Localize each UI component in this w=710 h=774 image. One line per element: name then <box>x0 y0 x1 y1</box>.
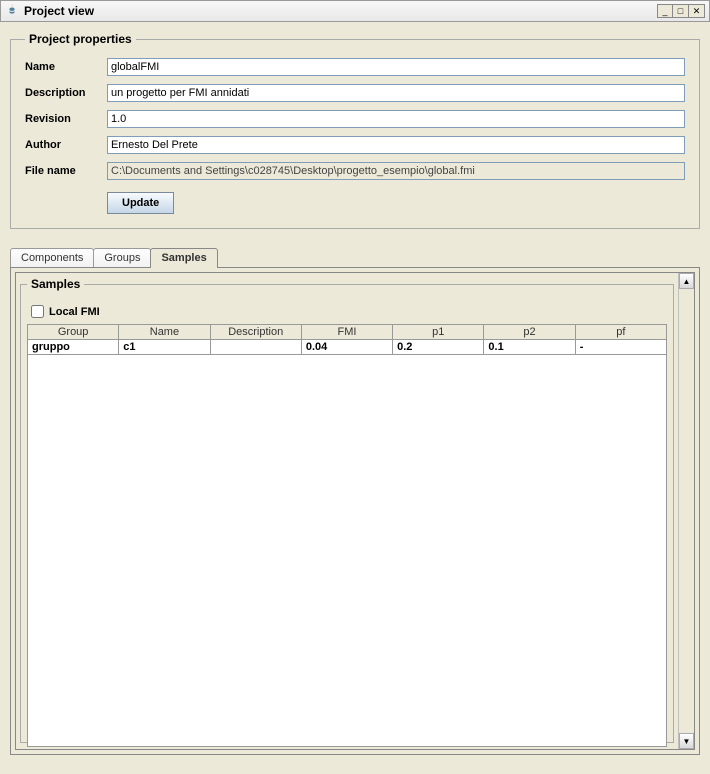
tab-samples[interactable]: Samples <box>150 248 217 268</box>
tab-strip: Components Groups Samples <box>10 247 700 267</box>
filename-field <box>107 162 685 180</box>
samples-table: Group Name Description FMI p1 p2 pf <box>27 324 667 355</box>
name-label: Name <box>25 61 107 73</box>
filename-label: File name <box>25 165 107 177</box>
scrollpane: Samples Local FMI Group Name Description… <box>15 272 695 750</box>
project-properties-fieldset: Project properties Name Description Revi… <box>10 32 700 229</box>
tab-panel: Samples Local FMI Group Name Description… <box>10 267 700 755</box>
col-group[interactable]: Group <box>28 325 119 340</box>
revision-label: Revision <box>25 113 107 125</box>
col-pf[interactable]: pf <box>575 325 666 340</box>
author-field[interactable] <box>107 136 685 154</box>
update-button[interactable]: Update <box>107 192 174 214</box>
window-controls: _ □ ✕ <box>657 4 705 18</box>
minimize-button[interactable]: _ <box>657 4 673 18</box>
cell-p2[interactable]: 0.1 <box>484 340 575 355</box>
description-field[interactable] <box>107 84 685 102</box>
cell-fmi[interactable]: 0.04 <box>301 340 392 355</box>
description-label: Description <box>25 87 107 99</box>
local-fmi-label: Local FMI <box>49 306 100 318</box>
tab-groups[interactable]: Groups <box>93 248 151 267</box>
java-icon <box>5 4 19 18</box>
cell-name[interactable]: c1 <box>119 340 210 355</box>
col-name[interactable]: Name <box>119 325 210 340</box>
col-p1[interactable]: p1 <box>393 325 484 340</box>
titlebar: Project view _ □ ✕ <box>0 0 710 22</box>
tab-components[interactable]: Components <box>10 248 94 267</box>
vertical-scrollbar[interactable]: ▲ ▼ <box>678 273 694 749</box>
name-field[interactable] <box>107 58 685 76</box>
table-row[interactable]: gruppo c1 0.04 0.2 0.1 - <box>28 340 667 355</box>
local-fmi-checkbox[interactable] <box>31 305 44 318</box>
cell-p1[interactable]: 0.2 <box>393 340 484 355</box>
author-label: Author <box>25 139 107 151</box>
revision-field[interactable] <box>107 110 685 128</box>
scroll-down-button[interactable]: ▼ <box>679 733 694 749</box>
scroll-track[interactable] <box>679 289 694 733</box>
maximize-button[interactable]: □ <box>673 4 689 18</box>
samples-legend: Samples <box>27 277 84 291</box>
samples-fieldset: Samples Local FMI Group Name Description… <box>20 277 674 743</box>
window-title: Project view <box>24 4 657 18</box>
project-properties-legend: Project properties <box>25 32 136 46</box>
close-button[interactable]: ✕ <box>689 4 705 18</box>
table-empty-area <box>27 355 667 747</box>
col-fmi[interactable]: FMI <box>301 325 392 340</box>
cell-description[interactable] <box>210 340 301 355</box>
col-description[interactable]: Description <box>210 325 301 340</box>
cell-group[interactable]: gruppo <box>28 340 119 355</box>
scroll-up-button[interactable]: ▲ <box>679 273 694 289</box>
col-p2[interactable]: p2 <box>484 325 575 340</box>
cell-pf[interactable]: - <box>575 340 666 355</box>
